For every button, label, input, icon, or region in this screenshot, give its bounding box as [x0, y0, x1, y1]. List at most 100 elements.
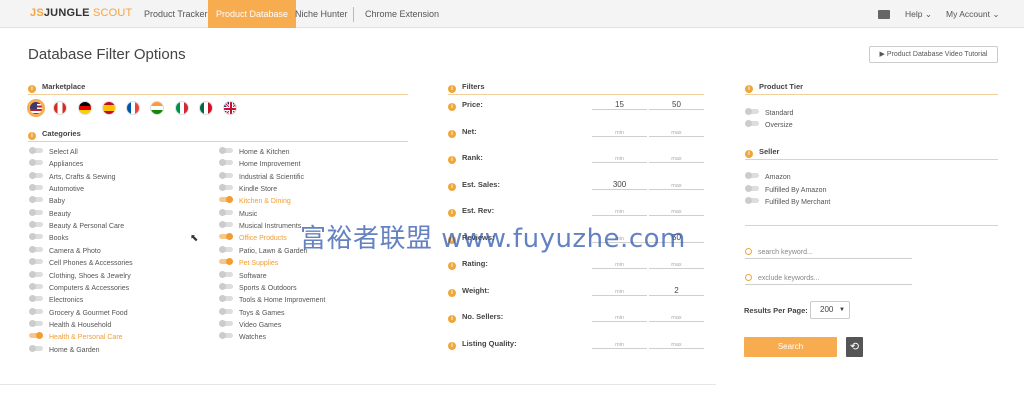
category-software[interactable]: Software [219, 270, 267, 282]
toggle-switch[interactable] [29, 295, 43, 303]
category-beauty-personal-care[interactable]: Beauty & Personal Care [29, 221, 124, 232]
category-camera-photo[interactable]: Camera & Photo [29, 245, 101, 257]
category-industrial-scientific[interactable]: Industrial & Scientific [219, 171, 304, 183]
toggle-switch[interactable] [219, 319, 233, 327]
toggle-switch[interactable] [29, 245, 43, 253]
filter-est-sales-max-input[interactable]: max [649, 179, 704, 190]
tab-product-tracker[interactable]: Product Tracker [136, 0, 216, 28]
info-icon[interactable]: i [448, 288, 456, 297]
toggle-switch[interactable] [29, 233, 43, 241]
ca-flag-icon[interactable] [53, 101, 67, 115]
filter-no-sellers-min-input[interactable]: min [592, 311, 647, 322]
filter-no-sellers-max-input[interactable]: max [649, 311, 704, 322]
toggle-switch[interactable] [29, 258, 43, 266]
category-baby[interactable]: Baby [29, 196, 65, 207]
category-musical-instruments[interactable]: Musical Instruments [219, 221, 301, 232]
toggle-switch[interactable] [219, 295, 233, 303]
filter-price-max-input[interactable]: 50 [649, 99, 704, 110]
toggle-switch[interactable] [219, 208, 233, 216]
category-grocery-gourmet-food[interactable]: Grocery & Gourmet Food [29, 307, 128, 319]
toggle-switch[interactable] [29, 344, 43, 352]
filter-rating-min-input[interactable]: min [592, 258, 647, 269]
results-per-page-select[interactable]: 200 ▼ [810, 301, 850, 319]
mx-flag-icon[interactable] [199, 101, 213, 115]
toggle-switch[interactable] [29, 208, 43, 216]
toggle-switch[interactable] [745, 108, 759, 115]
category-video-games[interactable]: Video Games [219, 319, 281, 331]
category-toys-games[interactable]: Toys & Games [219, 307, 285, 319]
toggle-switch[interactable] [29, 221, 43, 229]
seller-amazon[interactable]: Amazon [745, 172, 791, 183]
category-watches[interactable]: Watches [219, 332, 266, 343]
toggle-switch[interactable] [29, 319, 43, 327]
seller-fba[interactable]: Fulfilled By Amazon [745, 185, 826, 196]
category-beauty[interactable]: Beauty [29, 208, 71, 220]
info-icon[interactable]: i [28, 85, 36, 93]
category-arts-crafts-sewing[interactable]: Arts, Crafts & Sewing [29, 171, 116, 183]
tier-standard[interactable]: Standard [745, 108, 793, 119]
toggle-switch[interactable] [29, 270, 43, 278]
in-flag-icon[interactable] [150, 101, 164, 115]
search-button[interactable]: Search [744, 337, 837, 357]
category-kitchen-dining[interactable]: Kitchen & Dining [219, 196, 291, 207]
tab-niche-hunter[interactable]: Niche Hunter [287, 0, 356, 28]
category-patio-lawn-garden[interactable]: Patio, Lawn & Garden [219, 245, 308, 257]
account-menu[interactable]: My Account ⌄ [946, 0, 999, 28]
toggle-switch[interactable] [219, 171, 233, 179]
category-appliances[interactable]: Appliances [29, 159, 83, 170]
category-sports-outdoors[interactable]: Sports & Outdoors [219, 282, 297, 294]
toggle-switch[interactable] [29, 307, 43, 315]
toggle-switch[interactable] [29, 171, 43, 179]
toggle-switch[interactable] [219, 184, 233, 192]
category-pet-supplies[interactable]: Pet Supplies [219, 258, 278, 269]
info-icon[interactable]: i [448, 129, 456, 138]
toggle-switch[interactable] [219, 270, 233, 278]
search-keyword-input[interactable]: search keyword... [745, 247, 912, 259]
info-icon[interactable]: i [745, 85, 753, 93]
info-icon[interactable]: i [448, 182, 456, 191]
category-books[interactable]: Books [29, 233, 68, 244]
toggle-switch[interactable] [219, 233, 233, 241]
de-flag-icon[interactable] [78, 101, 92, 115]
category-health-household[interactable]: Health & Household [29, 319, 111, 331]
envelope-icon[interactable] [878, 10, 890, 19]
info-icon[interactable]: i [448, 262, 456, 270]
toggle-switch[interactable] [29, 282, 43, 290]
filter-listing-quality-max-input[interactable]: max [649, 338, 704, 349]
category-health-personal-care[interactable]: Health & Personal Care [29, 332, 123, 343]
info-icon[interactable]: i [745, 150, 753, 158]
category-music[interactable]: Music [219, 208, 257, 220]
category-cell-phones-accessories[interactable]: Cell Phones & Accessories [29, 258, 133, 269]
category-tools-home-improvement[interactable]: Tools & Home Improvement [219, 295, 325, 306]
jungle-scout-logo[interactable]: JSJUNGLE SCOUT [30, 7, 132, 19]
category-automotive[interactable]: Automotive [29, 184, 84, 195]
category-home-kitchen[interactable]: Home & Kitchen [219, 147, 290, 158]
toggle-switch[interactable] [745, 120, 759, 127]
filter-rank-min-input[interactable]: min [592, 152, 647, 163]
seller-fbm[interactable]: Fulfilled By Merchant [745, 197, 830, 208]
us-flag-icon[interactable] [29, 101, 43, 115]
info-icon[interactable]: i [448, 209, 456, 217]
fr-flag-icon[interactable] [126, 101, 140, 115]
reset-icon[interactable]: ⟲ [846, 337, 863, 357]
toggle-switch[interactable] [745, 185, 759, 192]
help-menu[interactable]: Help ⌄ [905, 0, 932, 28]
toggle-switch[interactable] [219, 159, 233, 167]
category-home-improvement[interactable]: Home Improvement [219, 159, 300, 170]
it-flag-icon[interactable] [175, 101, 189, 115]
toggle-switch[interactable] [219, 245, 233, 253]
filter-net-min-input[interactable]: min [592, 126, 647, 137]
info-icon[interactable]: i [448, 103, 456, 111]
toggle-switch[interactable] [219, 332, 233, 340]
category-home-garden[interactable]: Home & Garden [29, 344, 100, 356]
filter-listing-quality-min-input[interactable]: min [592, 338, 647, 349]
exclude-keyword-input[interactable]: exclude keywords... [745, 273, 912, 285]
tab-chrome-extension[interactable]: Chrome Extension [357, 0, 447, 28]
filter-est-rev-min-input[interactable]: min [592, 205, 647, 216]
filter-rank-max-input[interactable]: max [649, 152, 704, 163]
toggle-switch[interactable] [29, 147, 43, 154]
toggle-switch[interactable] [219, 221, 233, 229]
filter-rating-max-input[interactable]: max [649, 258, 704, 269]
filter-net-max-input[interactable]: max [649, 126, 704, 137]
info-icon[interactable]: i [448, 85, 456, 93]
